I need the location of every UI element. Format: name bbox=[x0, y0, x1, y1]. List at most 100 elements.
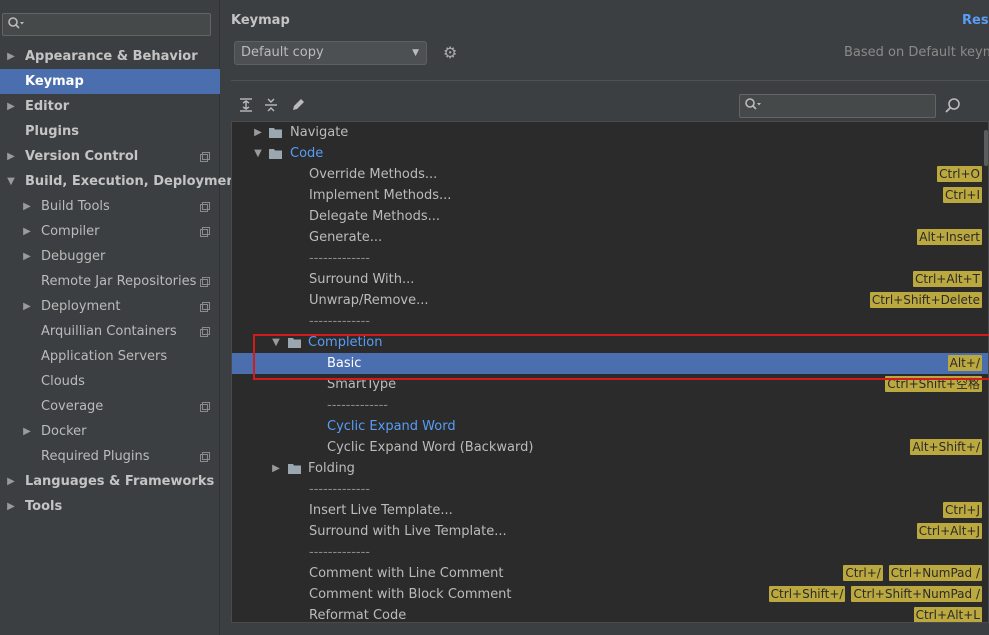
sidebar-item[interactable]: Clouds bbox=[0, 369, 220, 394]
tree-action-row[interactable]: SmartType Ctrl+Shift+空格 bbox=[232, 374, 988, 395]
tree-scrollbar[interactable] bbox=[984, 130, 988, 166]
tree-action-row[interactable]: Implement Methods... Ctrl+I bbox=[232, 185, 988, 206]
chevron-right-icon[interactable]: ▶ bbox=[6, 494, 16, 519]
tree-action-row[interactable]: Reformat Code Ctrl+Alt+L bbox=[232, 605, 988, 622]
sidebar-item[interactable]: Coverage bbox=[0, 394, 220, 419]
tree-action-row[interactable]: ------------- bbox=[232, 542, 988, 563]
tree-group-row[interactable]: ▼ Completion bbox=[232, 332, 988, 353]
folder-icon bbox=[269, 149, 282, 159]
tree-action-row[interactable]: Unwrap/Remove... Ctrl+Shift+Delete bbox=[232, 290, 988, 311]
sidebar-item[interactable]: ▶ Deployment bbox=[0, 294, 220, 319]
tree-action-row[interactable]: Override Methods... Ctrl+O bbox=[232, 164, 988, 185]
tree-action-row[interactable]: ------------- bbox=[232, 479, 988, 500]
sidebar-item[interactable]: Plugins bbox=[0, 119, 220, 144]
tree-row-label: ------------- bbox=[309, 545, 370, 560]
sidebar-item[interactable]: Required Plugins bbox=[0, 444, 220, 469]
tree-action-row[interactable]: ------------- bbox=[232, 311, 988, 332]
sidebar-item[interactable]: ▶ Appearance & Behavior bbox=[0, 44, 220, 69]
keymap-scheme-value: Default copy bbox=[241, 45, 324, 60]
keymap-search-input[interactable] bbox=[739, 94, 936, 118]
chevron-down-icon[interactable]: ▼ bbox=[252, 143, 264, 164]
tree-action-row[interactable]: Surround With... Ctrl+Alt+T bbox=[232, 269, 988, 290]
sidebar-item[interactable]: Application Servers bbox=[0, 344, 220, 369]
folder-icon bbox=[288, 338, 301, 348]
folder-icon bbox=[288, 464, 301, 474]
keymap-scheme-select[interactable]: Default copy ▼ bbox=[234, 41, 427, 65]
chevron-down-icon[interactable]: ▼ bbox=[270, 332, 282, 353]
project-scope-icon bbox=[200, 277, 210, 287]
sidebar-item-label: Tools bbox=[25, 499, 63, 514]
chevron-right-icon[interactable]: ▶ bbox=[270, 458, 282, 479]
tree-row-label: Delegate Methods... bbox=[309, 209, 440, 224]
settings-search-input[interactable] bbox=[2, 13, 211, 36]
sidebar-item[interactable]: Keymap bbox=[0, 69, 220, 94]
tree-group-row[interactable]: ▶ Folding bbox=[232, 458, 988, 479]
sidebar-item-label: Compiler bbox=[41, 224, 100, 239]
chevron-right-icon[interactable]: ▶ bbox=[6, 469, 16, 494]
chevron-right-icon[interactable]: ▶ bbox=[22, 419, 32, 444]
sidebar-item[interactable]: ▶ Build Tools bbox=[0, 194, 220, 219]
tree-action-row[interactable]: Insert Live Template... Ctrl+J bbox=[232, 500, 988, 521]
shortcut-badge: Alt+Insert bbox=[917, 229, 982, 245]
tree-action-row[interactable]: Cyclic Expand Word (Backward) Alt+Shift+/ bbox=[232, 437, 988, 458]
tree-row-label: Override Methods... bbox=[309, 167, 438, 182]
gear-icon[interactable]: ⚙ bbox=[443, 44, 461, 62]
tree-action-row[interactable]: ------------- bbox=[232, 248, 988, 269]
shortcut-badge: Ctrl+/ bbox=[843, 565, 883, 581]
tree-action-row[interactable]: Comment with Line Comment Ctrl+/ Ctrl+NumP… bbox=[232, 563, 988, 584]
sidebar-item[interactable]: ▶ Docker bbox=[0, 419, 220, 444]
tree-action-row[interactable]: Surround with Live Template... Ctrl+Alt+J bbox=[232, 521, 988, 542]
chevron-right-icon[interactable]: ▶ bbox=[22, 194, 32, 219]
sidebar-item[interactable]: ▼ Build, Execution, Deployment bbox=[0, 169, 242, 194]
sidebar-item-label: Appearance & Behavior bbox=[25, 49, 198, 64]
sidebar-item[interactable]: ▶ Editor bbox=[0, 94, 220, 119]
tree-action-row[interactable]: Basic Alt+/ bbox=[232, 353, 988, 374]
chevron-right-icon[interactable]: ▶ bbox=[22, 294, 32, 319]
project-scope-icon bbox=[200, 202, 210, 212]
tree-row-label: Navigate bbox=[290, 125, 349, 140]
sidebar-item[interactable]: ▶ Tools bbox=[0, 494, 220, 519]
reset-link[interactable]: Rese bbox=[962, 13, 989, 28]
tree-action-row[interactable]: Delegate Methods... bbox=[232, 206, 988, 227]
tree-action-row[interactable]: Cyclic Expand Word bbox=[232, 416, 988, 437]
tree-row-label: Comment with Block Comment bbox=[309, 587, 512, 602]
tree-row-label: Surround With... bbox=[309, 272, 415, 287]
tree-row-label: ------------- bbox=[327, 398, 388, 413]
tree-row-label: Generate... bbox=[309, 230, 383, 245]
tree-action-row[interactable]: ------------- bbox=[232, 395, 988, 416]
project-scope-icon bbox=[200, 227, 210, 237]
chevron-down-icon[interactable]: ▼ bbox=[6, 169, 16, 194]
chevron-right-icon[interactable]: ▶ bbox=[6, 44, 16, 69]
tree-action-row[interactable]: Comment with Block Comment Ctrl+Shift+/Ct… bbox=[232, 584, 988, 605]
collapse-all-icon[interactable] bbox=[263, 97, 279, 113]
chevron-right-icon[interactable]: ▶ bbox=[6, 94, 16, 119]
tree-action-row[interactable]: Generate... Alt+Insert bbox=[232, 227, 988, 248]
shortcut-badge: Alt+/ bbox=[947, 355, 982, 371]
find-shortcut-icon[interactable] bbox=[944, 97, 962, 115]
sidebar-item-label: Build, Execution, Deployment bbox=[25, 174, 242, 189]
tree-row-label: Implement Methods... bbox=[309, 188, 452, 203]
sidebar-item[interactable]: Arquillian Containers bbox=[0, 319, 220, 344]
chevron-right-icon[interactable]: ▶ bbox=[252, 122, 264, 143]
chevron-right-icon[interactable]: ▶ bbox=[22, 219, 32, 244]
pencil-icon[interactable] bbox=[290, 97, 306, 113]
tree-row-label: Surround with Live Template... bbox=[309, 524, 507, 539]
shortcut-badge: Ctrl+Shift+空格 bbox=[885, 376, 982, 392]
shortcut-list: Ctrl+J bbox=[943, 502, 982, 519]
chevron-right-icon[interactable]: ▶ bbox=[22, 244, 32, 269]
sidebar-item[interactable]: ▶ Languages & Frameworks bbox=[0, 469, 220, 494]
tree-row-label: Cyclic Expand Word (Backward) bbox=[327, 440, 534, 455]
sidebar-item[interactable]: ▶ Compiler bbox=[0, 219, 220, 244]
sidebar-item[interactable]: Remote Jar Repositories bbox=[0, 269, 220, 294]
shortcut-list: Alt+/ bbox=[947, 355, 982, 372]
tree-group-row[interactable]: ▶ Navigate bbox=[232, 122, 988, 143]
tree-group-row[interactable]: ▼ Code bbox=[232, 143, 988, 164]
chevron-right-icon[interactable]: ▶ bbox=[6, 144, 16, 169]
sidebar-item-label: Arquillian Containers bbox=[41, 324, 177, 339]
tree-row-label: ------------- bbox=[309, 251, 370, 266]
sidebar-item[interactable]: ▶ Version Control bbox=[0, 144, 220, 169]
sidebar-item[interactable]: ▶ Debugger bbox=[0, 244, 220, 269]
expand-all-icon[interactable] bbox=[238, 97, 254, 113]
tree-row-label: Cyclic Expand Word bbox=[327, 419, 456, 434]
tree-row-label: Unwrap/Remove... bbox=[309, 293, 429, 308]
